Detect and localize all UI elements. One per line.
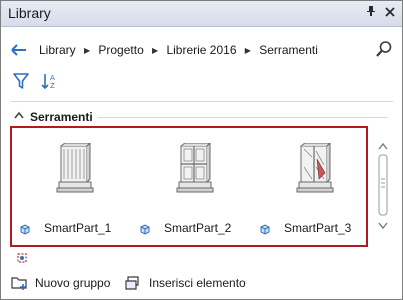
action-bar: Nuovo gruppo Inserisci elemento [1,272,402,296]
filter-icon[interactable] [13,72,29,90]
breadcrumb-separator-icon: ▶ [83,46,91,55]
insert-element-button[interactable]: Inserisci elemento [125,272,246,294]
library-item[interactable]: SmartPart_2 [139,143,249,243]
breadcrumb-bar: Library ▶ Progetto ▶ Librerie 2016 ▶ Ser… [1,35,402,65]
sort-az-icon[interactable]: A Z [41,72,59,90]
window-icon [176,143,214,193]
breadcrumb-item-librerie[interactable]: Librerie 2016 [166,43,236,57]
breadcrumb-separator-icon: ▶ [244,46,251,55]
panel-title: Library [8,5,51,21]
item-label: SmartPart_2 [164,221,232,235]
folder-icon [11,277,27,290]
search-icon[interactable] [375,40,393,58]
library-item[interactable]: SmartPart_1 [19,143,129,243]
item-label: SmartPart_1 [44,221,112,235]
new-group-button[interactable]: Nuovo gruppo [11,272,110,294]
breadcrumb-item-progetto[interactable]: Progetto [98,43,143,57]
library-panel: Library Library ▶ Progetto ▶ Librerie 20… [0,0,403,300]
panel-titlebar: Library [1,1,402,27]
window-icon [56,143,94,193]
library-item[interactable]: SmartPart_3 [259,143,369,243]
vertical-scrollbar[interactable] [377,141,389,241]
breadcrumb: Library ▶ Progetto ▶ Librerie 2016 ▶ Ser… [39,43,318,57]
library-toolbar: A Z [1,69,402,95]
pin-icon[interactable] [363,5,379,21]
collapse-chevron-icon[interactable] [14,111,24,119]
new-group-label: Nuovo gruppo [35,276,111,290]
insert-element-label: Inserisci elemento [149,276,246,290]
group-header-line [98,117,388,118]
svg-text:A: A [50,74,55,82]
toolbar-divider [11,101,393,102]
cube-icon [20,224,30,235]
window-icon [296,143,334,193]
cube-icon [140,224,150,235]
close-icon[interactable] [382,5,398,21]
back-arrow-icon[interactable] [10,41,28,59]
cube-icon [260,224,270,235]
svg-text:Z: Z [50,82,55,90]
breadcrumb-item-serramenti[interactable]: Serramenti [259,43,318,57]
item-label: SmartPart_3 [284,221,352,235]
insert-element-icon [125,276,139,290]
breadcrumb-separator-icon: ▶ [152,46,159,55]
target-marker-icon[interactable] [15,251,29,265]
breadcrumb-item-library[interactable]: Library [39,43,76,57]
group-title[interactable]: Serramenti [30,110,93,124]
